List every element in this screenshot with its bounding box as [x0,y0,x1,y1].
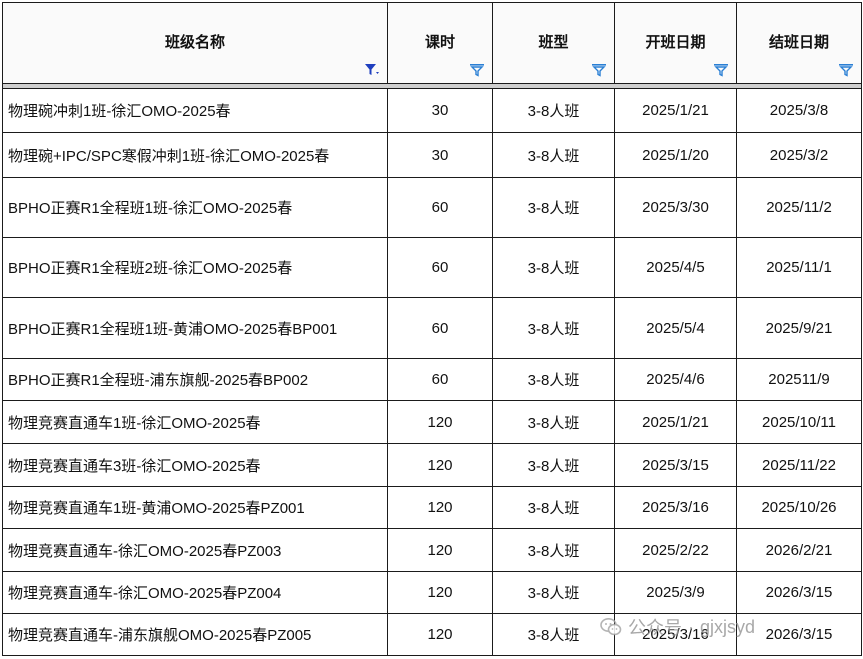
cell-end-date: 2026/2/21 [736,528,862,572]
cell-class-name: 物理竞赛直通车-徐汇OMO-2025春PZ003 [2,528,388,572]
cell-end-date: 2025/3/2 [736,132,862,178]
cell-end-date: 2025/9/21 [736,297,862,359]
column-header-hours: 课时 [387,2,493,84]
cell-start-date: 2025/3/30 [614,177,737,238]
cell-hours: 120 [387,486,493,529]
column-header-label: 班级名称 [164,34,225,51]
cell-class-type: 3-8人班 [492,88,615,133]
cell-end-date: 2025/10/26 [736,486,862,529]
table-row[interactable]: 物理竞赛直通车3班-徐汇OMO-2025春 120 3-8人班 2025/3/1… [2,443,862,487]
cell-class-type: 3-8人班 [492,297,615,359]
filter-icon[interactable] [590,62,608,78]
cell-class-name: BPHO正赛R1全程班1班-徐汇OMO-2025春 [2,177,388,238]
cell-start-date: 2025/2/22 [614,528,737,572]
cell-end-date: 2025/11/22 [736,443,862,487]
cell-class-name: 物理竞赛直通车3班-徐汇OMO-2025春 [2,443,388,487]
cell-hours: 60 [387,237,493,298]
cell-class-name: 物理竞赛直通车1班-徐汇OMO-2025春 [2,400,388,444]
cell-hours: 120 [387,528,493,572]
cell-end-date: 202511/9 [736,358,862,401]
cell-end-date: 2026/3/15 [736,613,862,656]
column-header-class-type: 班型 [492,2,615,84]
column-header-label: 结班日期 [768,34,829,51]
filter-icon[interactable] [468,62,486,78]
cell-hours: 120 [387,571,493,614]
cell-class-name: 物理碗冲刺1班-徐汇OMO-2025春 [2,88,388,133]
cell-class-name: BPHO正赛R1全程班1班-黄浦OMO-2025春BP001 [2,297,388,359]
column-header-label: 课时 [424,34,455,51]
cell-start-date: 2025/1/21 [614,88,737,133]
class-schedule-table: 班级名称 课时 班型 开班日期 结班日期 物理碗冲刺1班-徐汇OMO-2025春… [2,2,862,656]
cell-class-name: BPHO正赛R1全程班-浦东旗舰-2025春BP002 [2,358,388,401]
cell-hours: 60 [387,358,493,401]
cell-class-type: 3-8人班 [492,400,615,444]
cell-end-date: 2025/10/11 [736,400,862,444]
cell-hours: 120 [387,400,493,444]
cell-class-name: 物理碗+IPC/SPC寒假冲刺1班-徐汇OMO-2025春 [2,132,388,178]
table-row[interactable]: 物理碗+IPC/SPC寒假冲刺1班-徐汇OMO-2025春 30 3-8人班 2… [2,132,862,178]
cell-hours: 60 [387,177,493,238]
filter-icon[interactable] [837,62,855,78]
filter-active-icon[interactable] [363,62,381,78]
column-header-start-date: 开班日期 [614,2,737,84]
header-row: 班级名称 课时 班型 开班日期 结班日期 [2,2,862,84]
cell-class-type: 3-8人班 [492,177,615,238]
cell-class-type: 3-8人班 [492,358,615,401]
cell-end-date: 2025/11/2 [736,177,862,238]
cell-start-date: 2025/3/9 [614,571,737,614]
table-row[interactable]: BPHO正赛R1全程班1班-黄浦OMO-2025春BP001 60 3-8人班 … [2,297,862,359]
table-row[interactable]: 物理竞赛直通车-徐汇OMO-2025春PZ003 120 3-8人班 2025/… [2,528,862,572]
cell-class-name: BPHO正赛R1全程班2班-徐汇OMO-2025春 [2,237,388,298]
cell-class-type: 3-8人班 [492,613,615,656]
cell-start-date: 2025/4/5 [614,237,737,298]
cell-class-type: 3-8人班 [492,571,615,614]
cell-hours: 120 [387,443,493,487]
cell-start-date: 2025/3/15 [614,443,737,487]
cell-class-type: 3-8人班 [492,486,615,529]
cell-start-date: 2025/3/16 [614,486,737,529]
cell-class-name: 物理竞赛直通车1班-黄浦OMO-2025春PZ001 [2,486,388,529]
cell-class-name: 物理竞赛直通车-徐汇OMO-2025春PZ004 [2,571,388,614]
cell-start-date: 2025/4/6 [614,358,737,401]
column-header-end-date: 结班日期 [736,2,862,84]
cell-start-date: 2025/1/21 [614,400,737,444]
column-header-label: 开班日期 [645,34,706,51]
cell-hours: 30 [387,132,493,178]
cell-hours: 30 [387,88,493,133]
cell-hours: 120 [387,613,493,656]
cell-end-date: 2025/11/1 [736,237,862,298]
cell-start-date: 2025/5/4 [614,297,737,359]
cell-class-type: 3-8人班 [492,443,615,487]
table-row[interactable]: BPHO正赛R1全程班2班-徐汇OMO-2025春 60 3-8人班 2025/… [2,237,862,298]
table-row[interactable]: 物理竞赛直通车-浦东旗舰OMO-2025春PZ005 120 3-8人班 202… [2,613,862,656]
table-row[interactable]: BPHO正赛R1全程班1班-徐汇OMO-2025春 60 3-8人班 2025/… [2,177,862,238]
column-header-label: 班型 [538,34,569,51]
cell-end-date: 2025/3/8 [736,88,862,133]
table-row[interactable]: BPHO正赛R1全程班-浦东旗舰-2025春BP002 60 3-8人班 202… [2,358,862,401]
table-row[interactable]: 物理竞赛直通车-徐汇OMO-2025春PZ004 120 3-8人班 2025/… [2,571,862,614]
cell-class-type: 3-8人班 [492,528,615,572]
cell-start-date: 2025/1/20 [614,132,737,178]
table-row[interactable]: 物理竞赛直通车1班-黄浦OMO-2025春PZ001 120 3-8人班 202… [2,486,862,529]
cell-start-date: 2025/3/16 [614,613,737,656]
cell-class-type: 3-8人班 [492,132,615,178]
table-row[interactable]: 物理碗冲刺1班-徐汇OMO-2025春 30 3-8人班 2025/1/21 2… [2,88,862,133]
cell-class-type: 3-8人班 [492,237,615,298]
table-row[interactable]: 物理竞赛直通车1班-徐汇OMO-2025春 120 3-8人班 2025/1/2… [2,400,862,444]
cell-class-name: 物理竞赛直通车-浦东旗舰OMO-2025春PZ005 [2,613,388,656]
filter-icon[interactable] [712,62,730,78]
cell-end-date: 2026/3/15 [736,571,862,614]
cell-hours: 60 [387,297,493,359]
column-header-class-name: 班级名称 [2,2,388,84]
